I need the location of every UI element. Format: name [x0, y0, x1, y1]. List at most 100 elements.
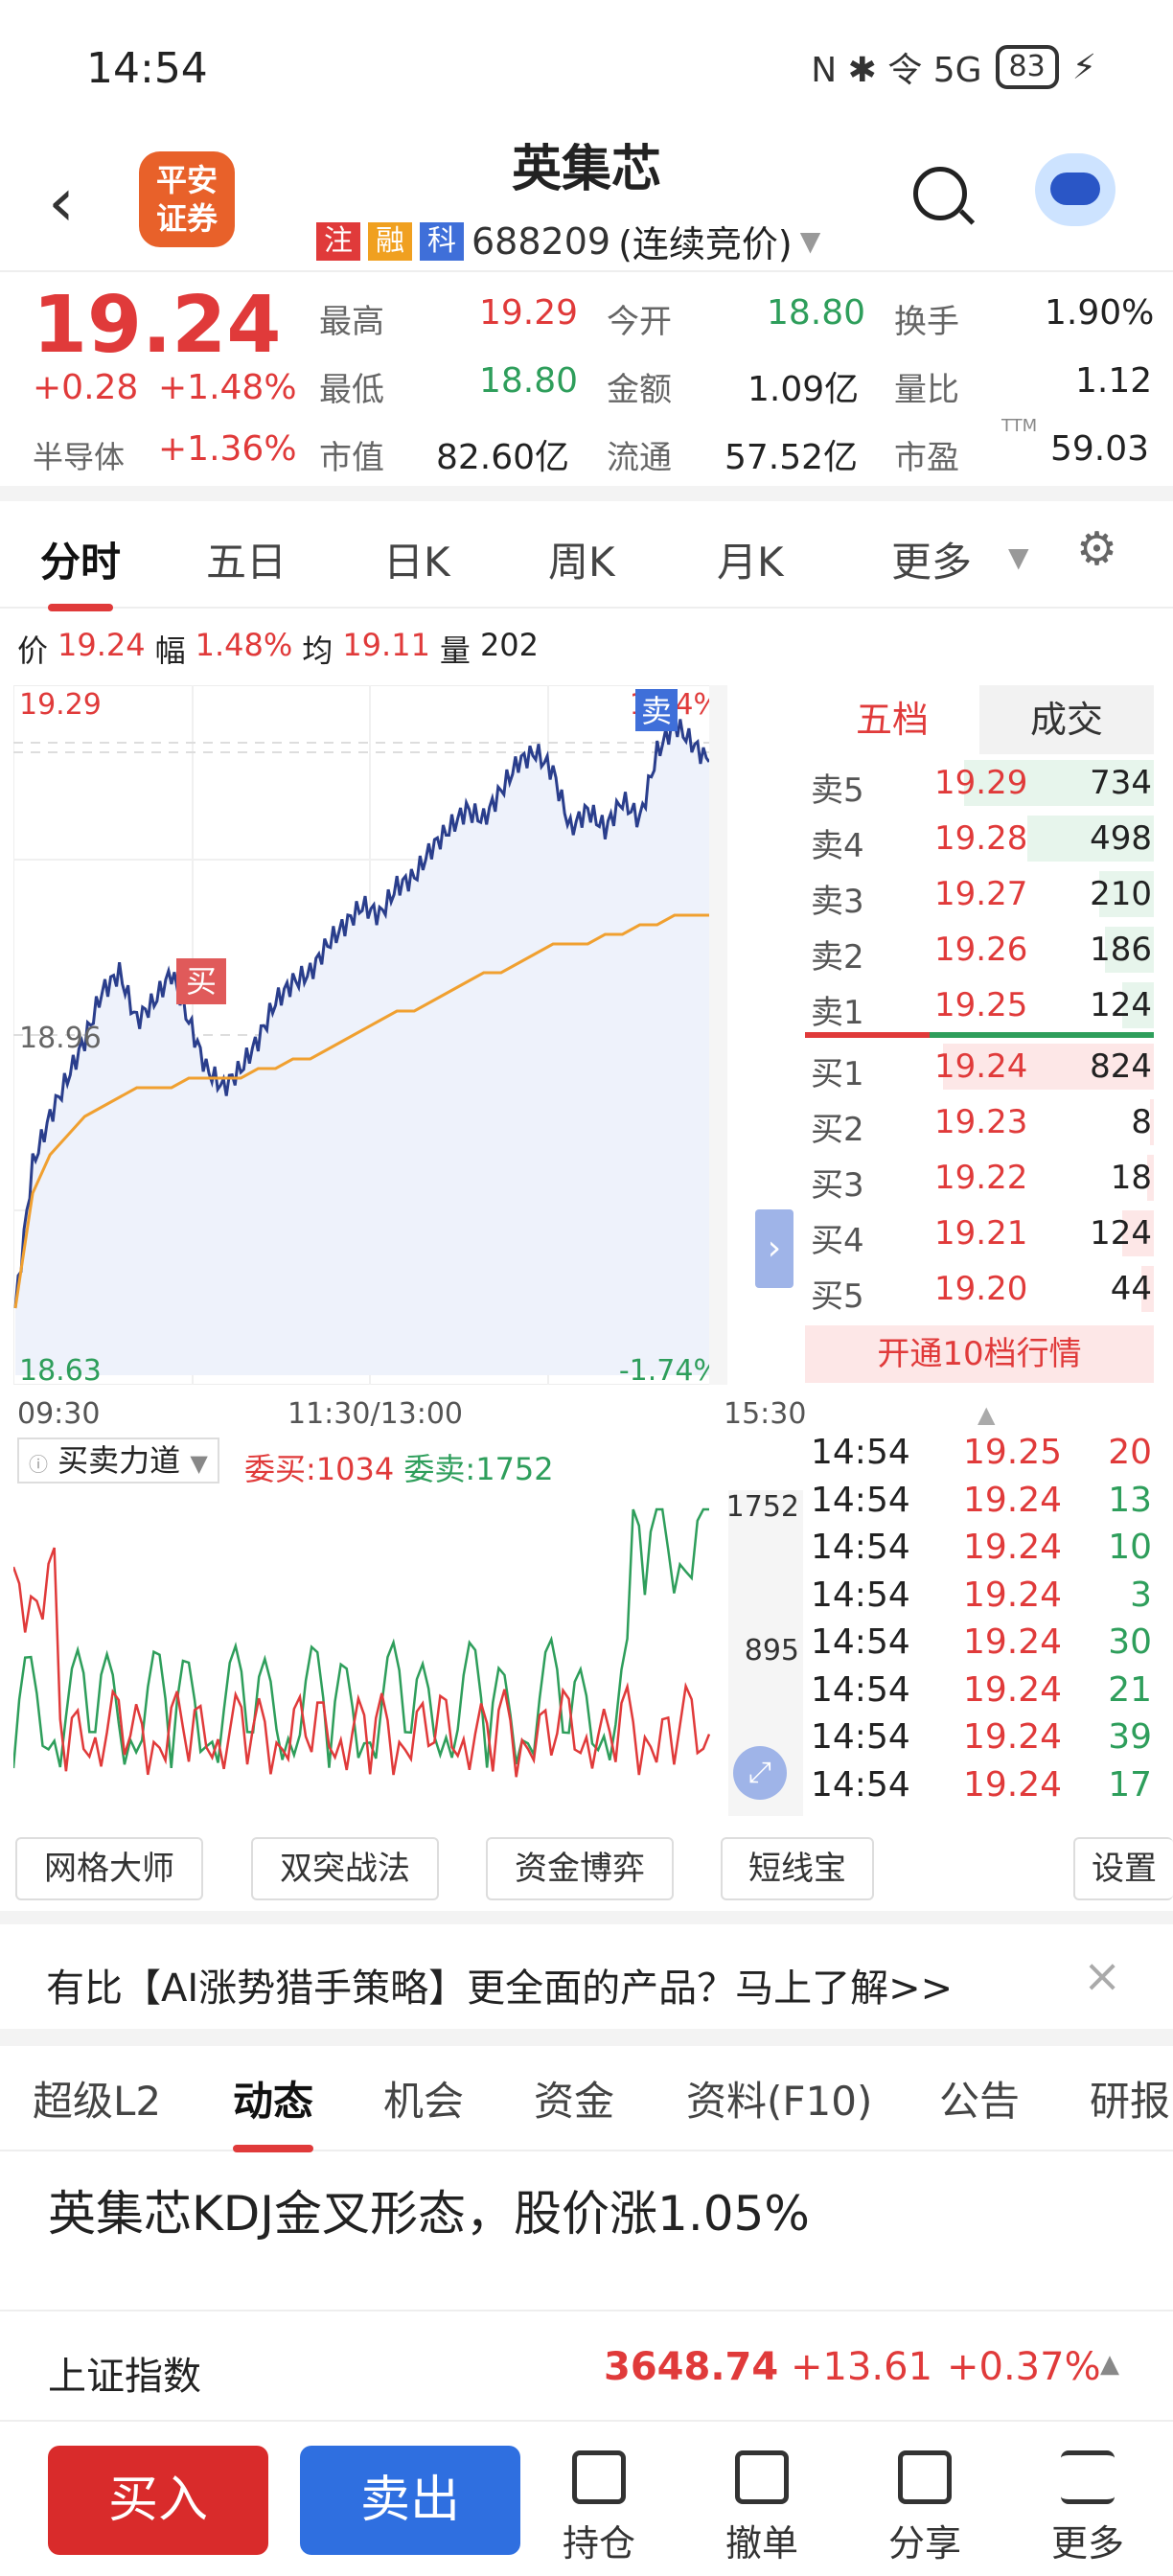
more-button[interactable]: 更多: [1035, 2450, 1140, 2566]
stat-value: 1.90%: [1045, 293, 1155, 333]
price-info-label: 价: [17, 632, 49, 669]
stock-header: ‹ 平安 证券 英集芯 注 融 科 688209 (连续竞价) ▼: [0, 134, 1173, 268]
fullscreen-icon[interactable]: ⤢: [733, 1746, 787, 1800]
expand-chevron-icon[interactable]: ›: [755, 1209, 794, 1288]
chevron-up-icon[interactable]: ▲: [978, 1401, 995, 1428]
tab-daily-k[interactable]: 日K: [383, 530, 450, 588]
tab-trades[interactable]: 成交: [979, 685, 1154, 754]
tab-weekly-k[interactable]: 周K: [548, 530, 615, 588]
ask-row[interactable]: 卖2 19.26 186: [805, 921, 1154, 977]
bid-volume: 18: [1110, 1159, 1152, 1197]
ask-volume: 186: [1090, 931, 1152, 969]
cancel-order-button[interactable]: 撤单: [709, 2450, 815, 2566]
bid-row[interactable]: 买3 19.22 18: [805, 1149, 1154, 1205]
tab-research[interactable]: 研报: [1090, 2069, 1170, 2128]
ask-row[interactable]: 卖3 19.27 210: [805, 865, 1154, 921]
force-buy-label: 委买:: [244, 1451, 316, 1487]
tab-super-l2[interactable]: 超级L2: [33, 2069, 161, 2128]
share-button[interactable]: 分享: [872, 2450, 978, 2566]
tab-five-levels[interactable]: 五档: [805, 685, 979, 754]
index-change: +13.61: [791, 2345, 933, 2389]
ask-row[interactable]: 卖4 19.28 498: [805, 810, 1154, 865]
sell-button[interactable]: 卖出: [300, 2446, 520, 2555]
ask-row[interactable]: 卖5 19.29 734: [805, 754, 1154, 810]
bid-row[interactable]: 买2 19.23 8: [805, 1093, 1154, 1149]
force-title: 买卖力道: [58, 1442, 181, 1479]
stat-value: 57.52亿: [724, 438, 859, 477]
tab-f10[interactable]: 资料(F10): [686, 2069, 872, 2128]
time-end: 15:30: [724, 1397, 807, 1431]
intraday-chart[interactable]: 19.29 18.63 18.96 1.74% -1.74% 买 卖: [13, 685, 727, 1385]
tick-price: 19.24: [963, 1717, 1063, 1757]
chevron-down-icon: ▼: [799, 225, 821, 257]
tick-price: 19.25: [963, 1433, 1063, 1472]
stat-value: 1.12: [1075, 361, 1153, 401]
ask-row[interactable]: 卖1 19.25 124: [805, 977, 1154, 1032]
chevron-down-icon[interactable]: ▼: [1008, 541, 1029, 573]
pct-min-label: -1.74%: [619, 1354, 721, 1385]
cancel-order-label: 撤单: [724, 2522, 798, 2564]
sector-pct: +1.36%: [158, 429, 297, 469]
bottom-action-bar: 买入 卖出 持仓 撤单 分享 更多: [0, 2420, 1173, 2576]
tick-volume: 30: [1108, 1622, 1152, 1662]
ask-volume: 124: [1090, 986, 1152, 1024]
tool-settings[interactable]: 设置: [1073, 1837, 1173, 1900]
force-buy-value: 1034: [315, 1451, 395, 1487]
bid-row[interactable]: 买4 19.21 124: [805, 1205, 1154, 1260]
force-chart[interactable]: [13, 1490, 727, 1811]
strategy-tools: 网格大师 双突战法 资金博弈 短线宝 设置: [0, 1837, 1173, 1904]
tab-opportunity[interactable]: 机会: [383, 2069, 464, 2128]
charging-icon: ⚡: [1071, 47, 1096, 87]
stat-label: 换手: [894, 303, 959, 341]
settings-icon[interactable]: ⚙: [1076, 522, 1117, 576]
bid-row[interactable]: 买1 19.24 824: [805, 1038, 1154, 1093]
tag-rong: 融: [368, 221, 412, 261]
positions-button[interactable]: 持仓: [546, 2450, 652, 2566]
tick-row: 14:54 19.24 3: [805, 1576, 1154, 1623]
search-icon[interactable]: [913, 167, 967, 220]
tool-grid-master[interactable]: 网格大师: [15, 1837, 203, 1900]
tool-double-break[interactable]: 双突战法: [251, 1837, 439, 1900]
chevron-up-icon[interactable]: ▲: [1100, 2350, 1119, 2379]
bid-row[interactable]: 买5 19.20 44: [805, 1260, 1154, 1316]
more-label: 更多: [1050, 2522, 1124, 2564]
tab-more[interactable]: 更多: [891, 530, 972, 588]
y-max-label: 19.29: [19, 688, 102, 722]
current-price: 19.24: [33, 280, 282, 371]
tick-volume: 13: [1108, 1480, 1152, 1520]
stock-name: 英集芯: [511, 141, 661, 198]
stat-label: 量比: [894, 371, 959, 409]
price-info-label: 幅: [154, 632, 186, 669]
tool-short-line[interactable]: 短线宝: [721, 1837, 874, 1900]
news-headline[interactable]: 英集芯KDJ金叉形态，股价涨1.05%: [48, 2175, 810, 2244]
tab-five-day[interactable]: 五日: [206, 530, 287, 588]
bid-list: 买1 19.24 824 买2 19.23 8 买3 19.22 18 买4 19.21 124 买5 1…: [805, 1038, 1154, 1316]
force-indicator-select[interactable]: ⓘ 买卖力道 ▼: [17, 1438, 219, 1484]
stat-value: 59.03: [1050, 429, 1150, 469]
tick-row: 14:54 19.24 10: [805, 1528, 1154, 1576]
tab-dynamics[interactable]: 动态: [233, 2069, 314, 2152]
tick-volume: 10: [1108, 1528, 1152, 1567]
tab-monthly-k[interactable]: 月K: [717, 530, 784, 588]
ask-list: 卖5 19.29 734 卖4 19.28 498 卖3 19.27 210 卖2 19.26 186…: [805, 754, 1154, 1032]
close-icon[interactable]: ×: [1083, 1949, 1121, 2003]
index-bar[interactable]: 上证指数 3648.74 +13.61 +0.37% ▲: [0, 2310, 1173, 2420]
sector-name[interactable]: 半导体: [33, 433, 125, 477]
chart-tabs: 分时 五日 日K 周K 月K 更多 ▼ ⚙: [0, 503, 1173, 611]
tab-announcements[interactable]: 公告: [939, 2069, 1020, 2128]
tab-intraday[interactable]: 分时: [40, 530, 121, 611]
y-min-label: 18.63: [19, 1354, 102, 1385]
stat-value: 19.29: [479, 293, 579, 333]
price-info-vol: 202: [479, 627, 540, 663]
tool-fund-game[interactable]: 资金博弈: [486, 1837, 674, 1900]
battery-icon: 83: [995, 45, 1059, 89]
divider: [0, 1911, 1173, 1924]
stock-code: 688209: [472, 219, 611, 263]
tab-funds[interactable]: 资金: [534, 2069, 614, 2128]
stat-label: 流通: [607, 439, 672, 477]
ai-robot-icon[interactable]: [1035, 153, 1116, 226]
promo-banner[interactable]: 有比【AI涨势猎手策略】更全面的产品？马上了解>> ×: [0, 1928, 1173, 2029]
stock-subtitle[interactable]: 注 融 科 688209 (连续竞价) ▼: [316, 215, 820, 267]
open-10-levels-button[interactable]: 开通10档行情: [805, 1325, 1154, 1383]
buy-button[interactable]: 买入: [48, 2446, 268, 2555]
